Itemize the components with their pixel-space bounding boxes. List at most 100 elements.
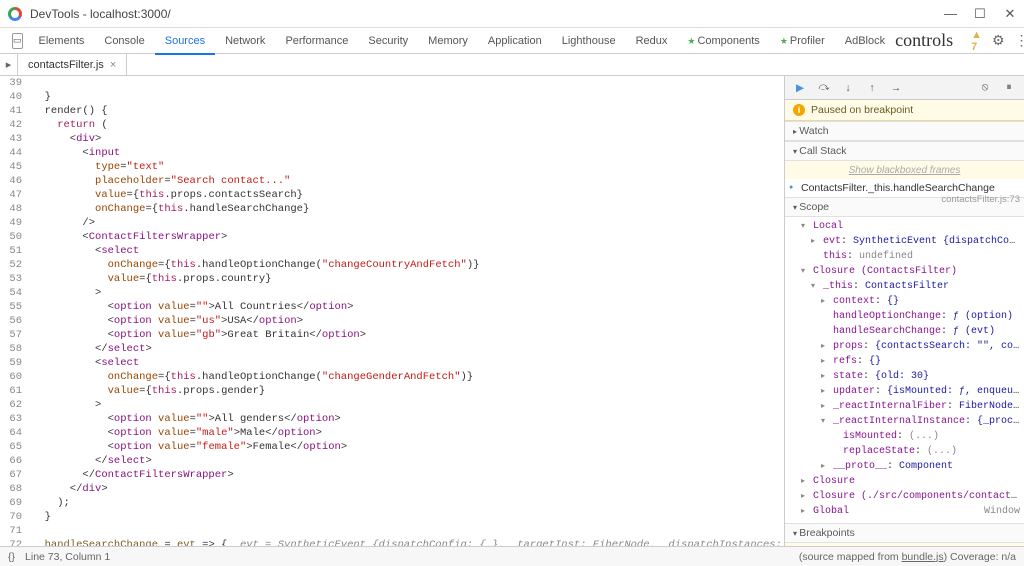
tab-security[interactable]: Security [358, 29, 418, 53]
code-line[interactable]: 45 type="text" [0, 160, 784, 174]
code-line[interactable]: 67 </ContactFiltersWrapper> [0, 468, 784, 482]
code-line[interactable]: 66 </select> [0, 454, 784, 468]
stack-frame[interactable]: ContactsFilter._this.handleSearchChange … [785, 179, 1024, 197]
code-line[interactable]: 43 <div> [0, 132, 784, 146]
gutter[interactable]: 72 [0, 538, 28, 546]
code-line[interactable]: 70 } [0, 510, 784, 524]
gutter[interactable]: 50 [0, 230, 28, 244]
code-line[interactable]: 39 [0, 76, 784, 90]
scope-item[interactable]: Closure (./src/components/contactsList/c… [797, 489, 1020, 504]
pretty-print-button[interactable]: {} [8, 551, 15, 563]
code-line[interactable]: 50 <ContactFiltersWrapper> [0, 230, 784, 244]
step-over-button[interactable]: ⤼ [817, 81, 831, 95]
scope-item[interactable]: props: {contactsSearch: "", country: "",… [797, 339, 1020, 354]
gutter[interactable]: 67 [0, 468, 28, 482]
scope-item[interactable]: context: {} [797, 294, 1020, 309]
gutter[interactable]: 56 [0, 314, 28, 328]
gutter[interactable]: 41 [0, 104, 28, 118]
step-out-button[interactable]: ↑ [865, 81, 879, 95]
tab-sources[interactable]: Sources [155, 29, 215, 55]
tab-redux[interactable]: Redux [626, 29, 678, 53]
code-line[interactable]: 52 onChange={this.handleOptionChange("ch… [0, 258, 784, 272]
code-line[interactable]: 60 onChange={this.handleOptionChange("ch… [0, 370, 784, 384]
more-menu-icon[interactable]: ⋮ [1015, 32, 1024, 49]
gutter[interactable]: 65 [0, 440, 28, 454]
close-button[interactable]: ✕ [1004, 6, 1016, 22]
scope-item[interactable]: state: {old: 30} [797, 369, 1020, 384]
code-line[interactable]: 40 } [0, 90, 784, 104]
gutter[interactable]: 39 [0, 76, 28, 90]
blackboxed-frames-link[interactable]: Show blackboxed frames [785, 161, 1024, 179]
code-line[interactable]: 51 <select [0, 244, 784, 258]
gutter[interactable]: 70 [0, 510, 28, 524]
code-line[interactable]: 47 value={this.props.contactsSearch} [0, 188, 784, 202]
scope-item[interactable]: evt: SyntheticEvent {dispatchConfig: {…}… [797, 234, 1020, 249]
gutter[interactable]: 68 [0, 482, 28, 496]
code-line[interactable]: 41 render() { [0, 104, 784, 118]
file-navigator-toggle[interactable]: ▸ [0, 54, 18, 75]
code-line[interactable]: 44 <input [0, 146, 784, 160]
code-line[interactable]: 62 > [0, 398, 784, 412]
code-line[interactable]: 56 <option value="us">USA</option> [0, 314, 784, 328]
step-button[interactable]: → [889, 81, 903, 95]
file-tab-close-icon[interactable]: × [110, 59, 116, 71]
scope-item[interactable]: refs: {} [797, 354, 1020, 369]
scope-item[interactable]: Closure [797, 474, 1020, 489]
gutter[interactable]: 49 [0, 216, 28, 230]
gutter[interactable]: 48 [0, 202, 28, 216]
tab-profiler[interactable]: Profiler [770, 29, 835, 53]
gutter[interactable]: 47 [0, 188, 28, 202]
gutter[interactable]: 52 [0, 258, 28, 272]
gutter[interactable]: 63 [0, 412, 28, 426]
scope-item[interactable]: updater: {isMounted: ƒ, enqueueSetState:… [797, 384, 1020, 399]
scope-item[interactable]: isMounted: (...) [797, 429, 1020, 444]
breakpoints-section-header[interactable]: Breakpoints [785, 523, 1024, 543]
pause-on-exceptions-button[interactable]: ⏸ [1002, 81, 1016, 95]
scope-item[interactable]: Closure (ContactsFilter) [797, 264, 1020, 279]
gutter[interactable]: 54 [0, 286, 28, 300]
code-line[interactable]: 59 <select [0, 356, 784, 370]
code-line[interactable]: 68 </div> [0, 482, 784, 496]
gutter[interactable]: 58 [0, 342, 28, 356]
code-line[interactable]: 57 <option value="gb">Great Britain</opt… [0, 328, 784, 342]
code-line[interactable]: 54 > [0, 286, 784, 300]
code-line[interactable]: 48 onChange={this.handleSearchChange} [0, 202, 784, 216]
code-line[interactable]: 55 <option value="">All Countries</optio… [0, 300, 784, 314]
code-line[interactable]: 53 value={this.props.country} [0, 272, 784, 286]
code-line[interactable]: 61 value={this.props.gender} [0, 384, 784, 398]
step-into-button[interactable]: ↓ [841, 81, 855, 95]
code-line[interactable]: 65 <option value="female">Female</option… [0, 440, 784, 454]
resume-button[interactable]: ▶ [793, 81, 807, 95]
scope-item[interactable]: _reactInternalFiber: FiberNode {tag: 1, … [797, 399, 1020, 414]
gutter[interactable]: 43 [0, 132, 28, 146]
gutter[interactable]: 66 [0, 454, 28, 468]
deactivate-breakpoints-button[interactable]: ⦸ [978, 81, 992, 95]
code-line[interactable]: 46 placeholder="Search contact..." [0, 174, 784, 188]
settings-gear-icon[interactable]: ⚙ [992, 32, 1005, 49]
tab-adblock[interactable]: AdBlock [835, 29, 895, 53]
gutter[interactable]: 71 [0, 524, 28, 538]
code-line[interactable]: 64 <option value="male">Male</option> [0, 426, 784, 440]
watch-section-header[interactable]: Watch [785, 121, 1024, 141]
scope-item[interactable]: __proto__: Component [797, 459, 1020, 474]
inspect-element-icon[interactable]: ▭ [12, 33, 23, 49]
scope-item[interactable]: handleSearchChange: ƒ (evt) [797, 324, 1020, 339]
tab-application[interactable]: Application [478, 29, 552, 53]
tab-performance[interactable]: Performance [275, 29, 358, 53]
scope-item[interactable]: this: undefined [797, 249, 1020, 264]
gutter[interactable]: 69 [0, 496, 28, 510]
gutter[interactable]: 45 [0, 160, 28, 174]
bundle-link[interactable]: bundle.js [902, 551, 944, 563]
gutter[interactable]: 55 [0, 300, 28, 314]
code-line[interactable]: 42 return ( [0, 118, 784, 132]
gutter[interactable]: 51 [0, 244, 28, 258]
scope-item[interactable]: replaceState: (...) [797, 444, 1020, 459]
gutter[interactable]: 42 [0, 118, 28, 132]
tab-network[interactable]: Network [215, 29, 275, 53]
code-line[interactable]: 72 handleSearchChange = evt => { evt = S… [0, 538, 784, 546]
scope-item[interactable]: Local [797, 219, 1020, 234]
code-line[interactable]: 69 ); [0, 496, 784, 510]
gutter[interactable]: 61 [0, 384, 28, 398]
code-line[interactable]: 58 </select> [0, 342, 784, 356]
gutter[interactable]: 40 [0, 90, 28, 104]
